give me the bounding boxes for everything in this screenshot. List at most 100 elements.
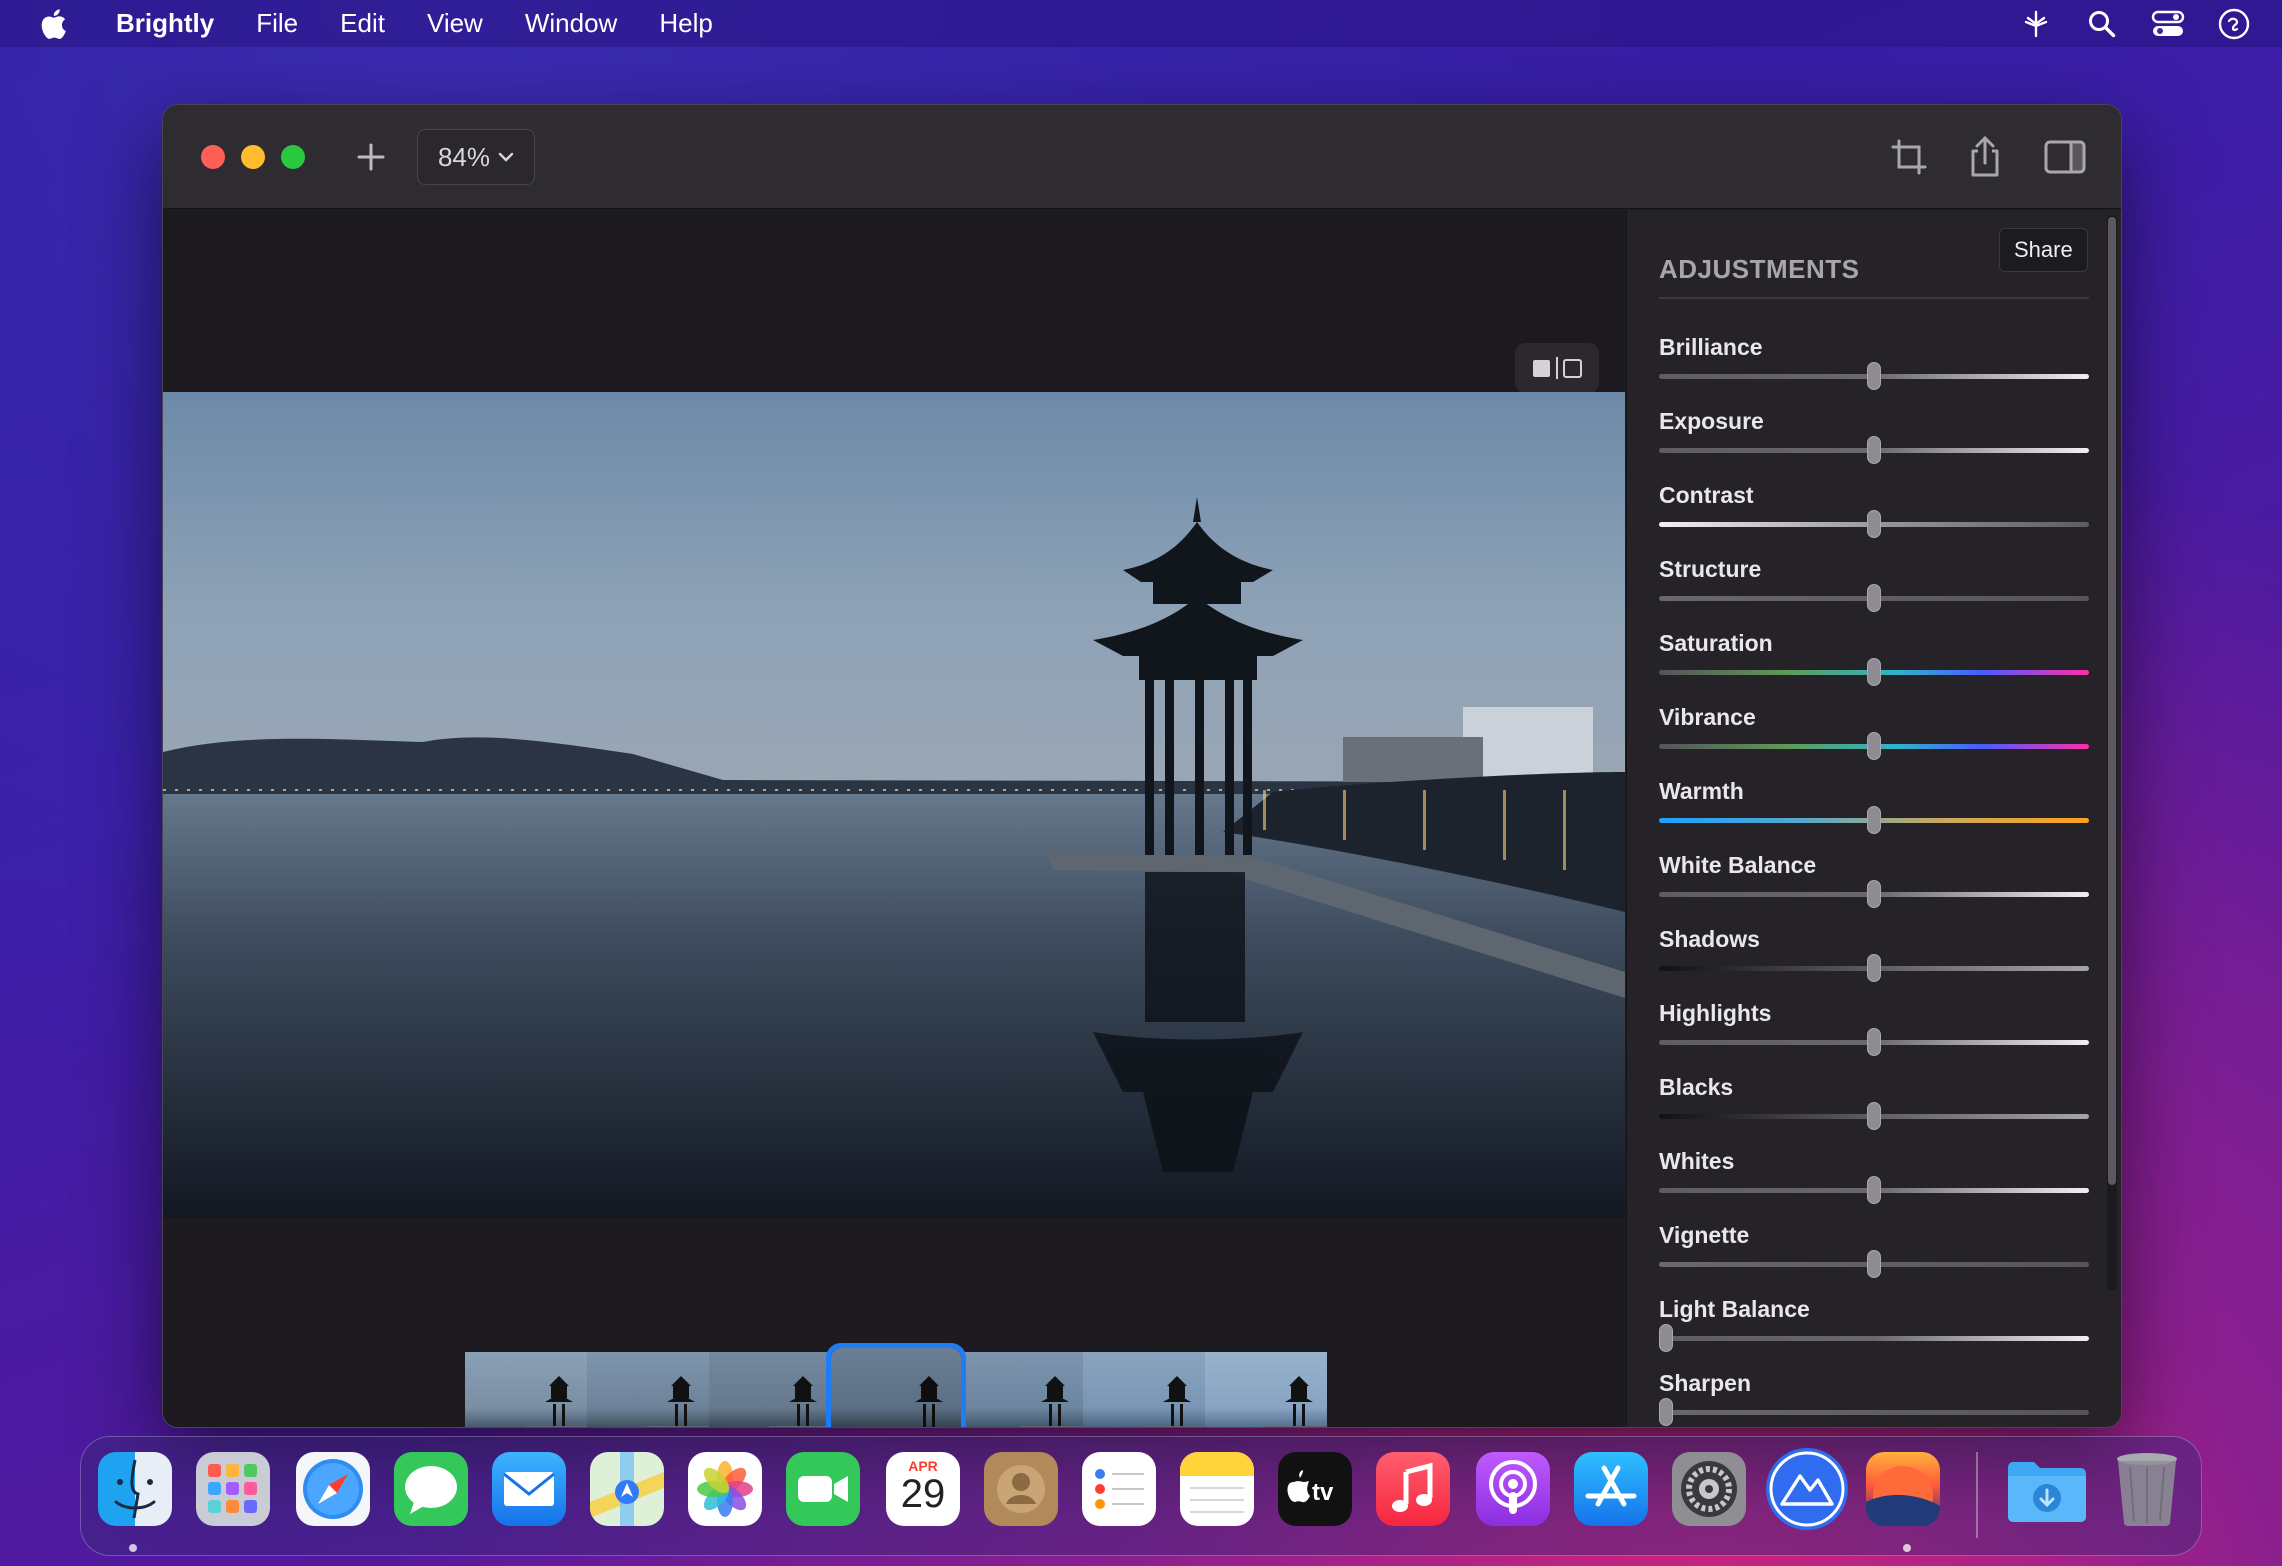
trash-icon[interactable] <box>2110 1452 2184 1526</box>
slider-knob-whites[interactable] <box>1867 1176 1881 1204</box>
search-icon[interactable] <box>2084 6 2120 42</box>
filmstrip <box>465 1343 1328 1427</box>
slider-saturation[interactable]: Saturation <box>1659 630 2089 690</box>
menu-view[interactable]: View <box>427 8 483 39</box>
slider-knob-blacks[interactable] <box>1867 1102 1881 1130</box>
notes-icon[interactable] <box>1180 1452 1254 1526</box>
slider-blacks[interactable]: Blacks <box>1659 1074 2089 1134</box>
slider-vibrance[interactable]: Vibrance <box>1659 704 2089 764</box>
podcasts-icon[interactable] <box>1476 1452 1550 1526</box>
slider-knob-vignette[interactable] <box>1867 1250 1881 1278</box>
adjustments-divider <box>1659 297 2089 299</box>
launchpad-icon[interactable] <box>196 1452 270 1526</box>
adjustments-sidebar: ADJUSTMENTS Share Brilliance Exposure Cont… <box>1626 210 2121 1427</box>
slider-label-light-balance: Light Balance <box>1659 1296 1810 1322</box>
slider-knob-highlights[interactable] <box>1867 1028 1881 1056</box>
slider-knob-sharpen[interactable] <box>1659 1398 1673 1426</box>
safari-icon[interactable] <box>296 1452 370 1526</box>
tv-icon[interactable]: tv <box>1278 1452 1352 1526</box>
slider-label-contrast: Contrast <box>1659 482 1754 508</box>
slider-exposure[interactable]: Exposure <box>1659 408 2089 468</box>
control-center-icon[interactable] <box>2150 6 2186 42</box>
mail-icon[interactable] <box>492 1452 566 1526</box>
slider-contrast[interactable]: Contrast <box>1659 482 2089 542</box>
slider-shadows[interactable]: Shadows <box>1659 926 2089 986</box>
menu-window[interactable]: Window <box>525 8 617 39</box>
menu-help[interactable]: Help <box>659 8 712 39</box>
facetime-icon[interactable] <box>786 1452 860 1526</box>
svg-text:tv: tv <box>1312 1479 1334 1506</box>
filmstrip-thumbnail[interactable] <box>1204 1352 1328 1427</box>
photos-icon[interactable] <box>688 1452 762 1526</box>
slider-knob-contrast[interactable] <box>1867 510 1881 538</box>
filmstrip-thumbnail[interactable] <box>1082 1352 1205 1427</box>
crop-icon[interactable] <box>1885 133 1933 181</box>
system-settings-icon[interactable] <box>1672 1452 1746 1526</box>
slider-label-blacks: Blacks <box>1659 1074 1734 1100</box>
siri-icon[interactable] <box>2216 6 2252 42</box>
slider-track-sharpen[interactable] <box>1659 1410 2089 1415</box>
filmstrip-thumbnail[interactable] <box>465 1352 588 1427</box>
slider-knob-brilliance[interactable] <box>1867 362 1881 390</box>
split-view-icon <box>1533 357 1582 379</box>
filmstrip-thumbnail[interactable] <box>960 1352 1083 1427</box>
calendar-icon[interactable]: APR 29 <box>886 1452 960 1526</box>
slider-track-light-balance[interactable] <box>1659 1336 2089 1341</box>
slider-sharpen[interactable]: Sharpen <box>1659 1370 2089 1427</box>
slider-knob-light-balance[interactable] <box>1659 1324 1673 1352</box>
slider-label-sharpen: Sharpen <box>1659 1370 1752 1396</box>
slider-structure[interactable]: Structure <box>1659 556 2089 616</box>
slider-white-balance[interactable]: White Balance <box>1659 852 2089 912</box>
slider-label-warmth: Warmth <box>1659 778 1744 804</box>
slider-knob-structure[interactable] <box>1867 584 1881 612</box>
zoom-level-dropdown[interactable]: 84% <box>417 129 535 185</box>
slider-highlights[interactable]: Highlights <box>1659 1000 2089 1060</box>
contacts-icon[interactable] <box>984 1452 1058 1526</box>
slider-warmth[interactable]: Warmth <box>1659 778 2089 838</box>
slider-vignette[interactable]: Vignette <box>1659 1222 2089 1282</box>
slider-knob-exposure[interactable] <box>1867 436 1881 464</box>
sidebar-icon[interactable] <box>2041 133 2089 181</box>
add-icon[interactable] <box>351 137 391 177</box>
filmstrip-thumbnail[interactable] <box>709 1352 832 1427</box>
downloads-folder-icon[interactable] <box>2004 1452 2090 1526</box>
window-toolbar: 84% <box>163 105 2121 209</box>
slider-whites[interactable]: Whites <box>1659 1148 2089 1208</box>
brightly-icon[interactable] <box>1766 1448 1848 1530</box>
slider-label-highlights: Highlights <box>1659 1000 1772 1026</box>
slider-knob-saturation[interactable] <box>1867 658 1881 686</box>
slider-label-vibrance: Vibrance <box>1659 704 1756 730</box>
messages-icon[interactable] <box>394 1452 468 1526</box>
wallpaper-icon[interactable] <box>1866 1452 1940 1526</box>
menu-bar: Brightly File Edit View Window Help <box>0 0 2282 47</box>
filmstrip-thumbnail-selected[interactable] <box>826 1343 966 1427</box>
adjustments-title: ADJUSTMENTS <box>1659 254 1860 284</box>
slider-knob-shadows[interactable] <box>1867 954 1881 982</box>
reminders-icon[interactable] <box>1082 1452 1156 1526</box>
sidebar-scrollbar-thumb[interactable] <box>2108 217 2116 1185</box>
menu-app-name[interactable]: Brightly <box>116 8 214 39</box>
zoom-window-button[interactable] <box>281 145 305 169</box>
music-icon[interactable] <box>1376 1452 1450 1526</box>
slider-knob-vibrance[interactable] <box>1867 732 1881 760</box>
finder-icon[interactable] <box>98 1452 172 1526</box>
slider-light-balance[interactable]: Light Balance <box>1659 1296 2089 1356</box>
before-after-toggle[interactable] <box>1515 343 1599 393</box>
app-store-icon[interactable] <box>1574 1452 1648 1526</box>
slider-label-saturation: Saturation <box>1659 630 1773 656</box>
dictation-icon[interactable] <box>2018 6 2054 42</box>
filmstrip-thumbnail[interactable] <box>587 1352 710 1427</box>
minimize-window-button[interactable] <box>241 145 265 169</box>
maps-icon[interactable] <box>590 1452 664 1526</box>
menu-edit[interactable]: Edit <box>340 8 385 39</box>
wallpaper-running-indicator <box>1903 1544 1911 1552</box>
close-window-button[interactable] <box>201 145 225 169</box>
slider-knob-warmth[interactable] <box>1867 806 1881 834</box>
share-tooltip: Share <box>1999 228 2088 272</box>
slider-knob-white-balance[interactable] <box>1867 880 1881 908</box>
main-photo <box>163 392 1625 1218</box>
menu-file[interactable]: File <box>256 8 298 39</box>
apple-icon[interactable] <box>38 8 68 40</box>
share-icon[interactable] <box>1961 133 2009 181</box>
slider-brilliance[interactable]: Brilliance <box>1659 334 2089 394</box>
